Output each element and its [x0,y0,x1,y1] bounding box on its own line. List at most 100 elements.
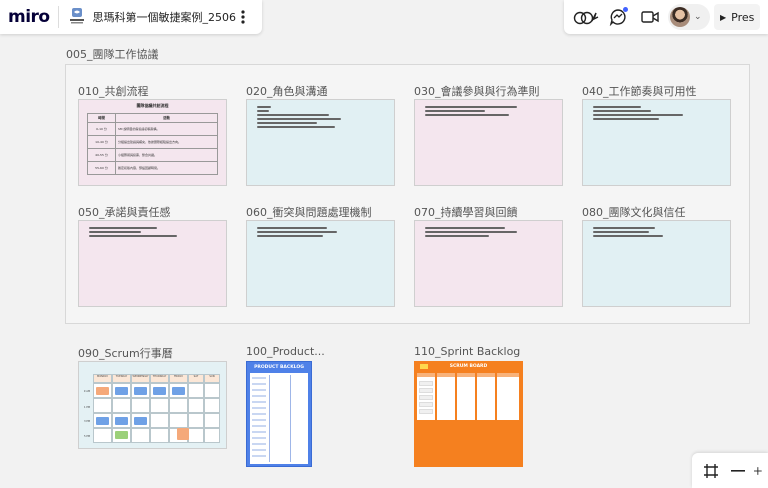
zoom-controls [692,453,768,488]
calendar-row-label: 3 PM [83,420,91,423]
board-icon[interactable] [67,6,87,28]
header-divider [57,6,59,28]
table-row: 55-60 分 確定初版內容，預設回顧時間。 [87,161,218,175]
section-title[interactable]: 005_團隊工作協議 [66,46,159,62]
frame-label[interactable]: 060_衝突與問題處理機制 [246,204,372,220]
table-cell-activity: 確定初版內容，預設回顧時間。 [115,161,218,175]
frame-icon[interactable] [700,460,721,482]
frame-060-card[interactable] [246,220,395,307]
text-line [593,110,651,112]
sticky-note[interactable] [419,402,433,407]
table-row: 0-10 分 SM 說明目的與協議初稿架構。 [87,122,218,136]
calendar-event[interactable] [134,387,147,395]
process-table-title: 團隊協議共創流程 [136,103,169,108]
text-line [257,235,323,237]
backlog-row [252,401,266,403]
more-options-icon[interactable] [236,7,250,27]
text-line [257,231,337,233]
text-line [593,118,659,120]
frame-010-card[interactable]: 團隊協議共創流程 時間 活動 0-10 分 SM 說明目的與協議初稿架構。 10… [78,99,227,186]
calendar-cell [150,413,169,428]
table-cell-time: 40-55 分 [87,148,116,162]
present-label: Pres [731,10,755,24]
calendar-event[interactable] [96,387,109,395]
frame-label[interactable]: 050_承諾與責任感 [78,204,171,220]
product-backlog-board[interactable]: PRODUCT BACKLOG [246,361,312,467]
present-button[interactable]: ▶ Pres [714,4,761,30]
zoom-in-icon[interactable] [754,460,762,482]
calendar-cell [150,428,169,443]
text-line [257,106,271,108]
calendar-day-header: SUN [204,374,220,383]
frame-070-card[interactable] [414,220,563,307]
frame-label[interactable]: 020_角色與溝通 [246,83,328,99]
frame-label[interactable]: 070_持續學習與回饋 [414,204,518,220]
calendar-event[interactable] [134,417,147,425]
board-label[interactable]: 100_Product... [246,345,325,358]
calendar-cell [204,383,220,398]
backlog-row [252,395,266,397]
backlog-row [252,437,266,439]
calendar-event[interactable] [96,417,109,425]
calendar-event[interactable] [172,387,185,395]
text-line [257,122,317,124]
board-label[interactable]: 110_Sprint Backlog [414,345,520,358]
sticky-note[interactable] [419,409,433,414]
table-cell-time: 55-60 分 [87,161,116,175]
calendar-cell [93,398,112,413]
table-header-time: 時間 [87,113,116,123]
calendar-row-label: 1 PM [83,406,91,409]
sticky-note[interactable] [419,381,433,386]
frame-label[interactable]: 040_工作節奏與可用性 [582,83,697,99]
calendar-day-header: TUESDAY [112,374,131,383]
video-camera-icon[interactable] [636,3,664,31]
backlog-row [252,377,266,379]
scrum-column-header [437,373,455,377]
backlog-row [252,407,266,409]
sticky-note[interactable] [419,388,433,393]
backlog-row [252,431,266,433]
text-line [593,114,683,116]
scrum-calendar-board[interactable]: MONDAY TUESDAY WEDNESDAY THURSDAY FRIDAY… [78,361,227,449]
user-menu[interactable]: ⌄ [668,4,710,30]
calendar-event[interactable] [115,417,128,425]
table-cell-activity: 小組匯報與投票，整合共識。 [115,148,218,162]
frame-040-card[interactable] [582,99,731,186]
scrum-column [497,373,519,420]
product-backlog-title: PRODUCT BACKLOG [254,365,304,370]
calendar-event[interactable] [115,387,128,395]
frame-label[interactable]: 010_共創流程 [78,83,149,99]
table-header-activity: 活動 [115,113,218,123]
frame-050-card[interactable] [78,220,227,307]
board-label[interactable]: 090_Scrum行事曆 [78,345,173,361]
backlog-row [252,419,266,421]
frame-label[interactable]: 030_會議參與與行為準則 [414,83,540,99]
frame-label[interactable]: 080_團隊文化與信任 [582,204,686,220]
board-name[interactable]: 思瑪科第一個敏捷案例_2506 [93,9,237,25]
table-cell-time: 0-10 分 [87,122,116,136]
table-cell-activity: 分組提出建議與補充，依據實際經驗提出方向。 [115,135,218,149]
calendar-day-header: WEDNESDAY [131,374,150,383]
backlog-row [252,443,266,445]
sprint-backlog-board[interactable]: SCRUM BOARD [414,361,523,467]
calendar-cell [112,398,131,413]
chat-icon[interactable] [604,3,632,31]
backlog-row [252,413,266,415]
calendar-event[interactable] [177,428,189,440]
backlog-row [252,455,266,457]
sticky-note[interactable] [419,395,433,400]
calendar-cell [188,383,204,398]
text-line [593,227,655,229]
reactions-icon[interactable] [572,3,600,31]
calendar-event[interactable] [153,387,166,395]
frame-020-card[interactable] [246,99,395,186]
frame-030-card[interactable] [414,99,563,186]
zoom-out-icon[interactable] [727,460,748,482]
calendar-event[interactable] [115,431,128,439]
text-line [257,126,335,128]
frame-080-card[interactable] [582,220,731,307]
backlog-divider [269,375,270,462]
scrum-column-header [497,373,519,377]
calendar-cell [204,398,220,413]
miro-logo[interactable]: miro [8,7,50,27]
